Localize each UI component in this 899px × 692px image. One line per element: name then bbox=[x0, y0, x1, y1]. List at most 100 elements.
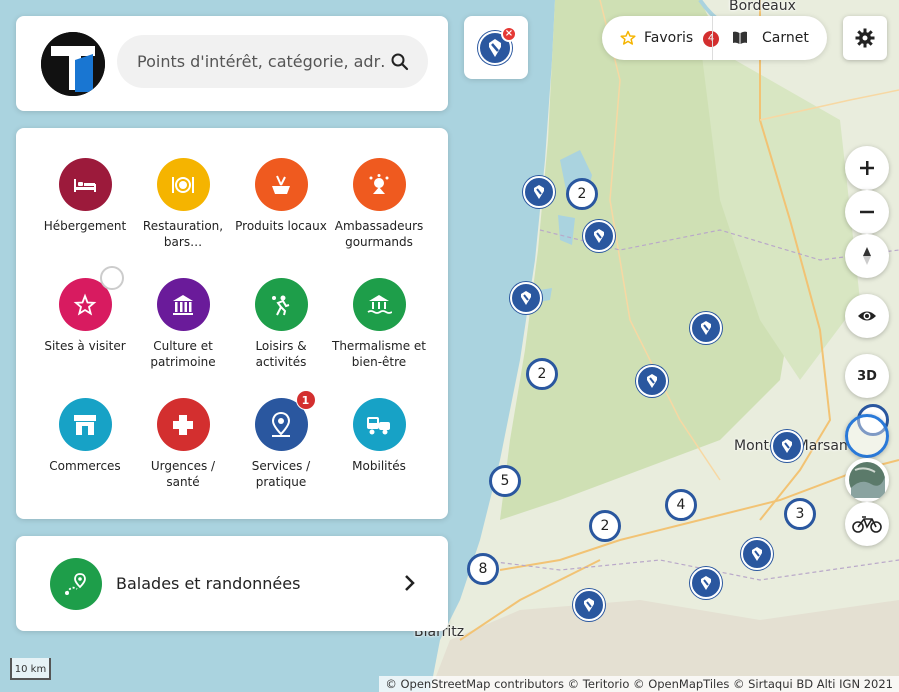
search-icon[interactable] bbox=[390, 52, 410, 72]
category-label: Produits locaux bbox=[235, 219, 327, 233]
favorites-button[interactable]: Favoris bbox=[620, 16, 693, 60]
search-box[interactable] bbox=[117, 35, 428, 88]
category-label: Mobilités bbox=[352, 459, 406, 473]
poi-pin-icon bbox=[701, 321, 711, 335]
divider bbox=[712, 16, 713, 60]
category-icon-circle bbox=[352, 158, 406, 211]
category-culture[interactable]: Culture et patrimoine bbox=[134, 278, 232, 370]
category-services[interactable]: 1 Services / pratique bbox=[232, 390, 330, 490]
poi-pin-icon bbox=[647, 374, 657, 388]
category-label: Services / pratique bbox=[251, 459, 311, 489]
star-icon bbox=[73, 292, 97, 315]
zoom-in-button[interactable] bbox=[845, 146, 889, 190]
category-icon-circle bbox=[58, 158, 112, 211]
category-icon-circle bbox=[58, 266, 124, 331]
star-outline-icon bbox=[620, 30, 636, 45]
cluster-marker[interactable]: 2 bbox=[566, 178, 598, 210]
category-icon-circle: 1 bbox=[254, 390, 316, 451]
chevron-right-icon bbox=[405, 575, 415, 591]
carnet-button[interactable]: Carnet bbox=[732, 16, 809, 60]
category-icon-circle bbox=[254, 158, 308, 211]
hiking-route-icon bbox=[65, 573, 86, 595]
cluster-marker[interactable]: 2 bbox=[526, 358, 558, 390]
poi-marker[interactable] bbox=[690, 567, 722, 599]
settings-button[interactable] bbox=[843, 16, 887, 60]
search-panel bbox=[16, 16, 448, 111]
category-icon-circle bbox=[58, 398, 112, 451]
satellite-thumbnail bbox=[849, 462, 885, 498]
category-icon-circle bbox=[156, 278, 210, 331]
category-commerces[interactable]: Commerces bbox=[36, 398, 134, 474]
category-icon-circle bbox=[352, 278, 406, 331]
minus-icon bbox=[860, 210, 874, 214]
category-label: Restauration, bars… bbox=[142, 219, 224, 249]
category-label: Loisirs & activités bbox=[255, 339, 307, 369]
cluster-marker[interactable]: 4 bbox=[665, 489, 697, 521]
search-input[interactable] bbox=[137, 49, 387, 73]
cluster-marker[interactable]: 3 bbox=[784, 498, 816, 530]
monument-icon bbox=[173, 294, 193, 315]
compass-icon bbox=[863, 247, 871, 265]
category-icon-circle bbox=[254, 278, 308, 331]
map-attribution[interactable]: © OpenStreetMap contributors © Teritorio… bbox=[379, 676, 899, 692]
poi-pin-icon bbox=[584, 598, 594, 612]
compass-button[interactable] bbox=[845, 234, 889, 278]
favorites-count-badge: 4 bbox=[703, 31, 719, 47]
category-label: Urgences / santé bbox=[150, 459, 216, 489]
filter-close-icon[interactable]: × bbox=[501, 26, 517, 42]
poi-marker[interactable] bbox=[573, 589, 605, 621]
3d-button[interactable]: 3D bbox=[845, 354, 889, 398]
basket-icon bbox=[272, 175, 290, 194]
carnet-label: Carnet bbox=[762, 30, 809, 46]
zoom-out-button[interactable] bbox=[845, 190, 889, 234]
category-icon-circle bbox=[156, 158, 210, 211]
cluster-marker[interactable]: 8 bbox=[467, 553, 499, 585]
category-restauration[interactable]: Restauration, bars… bbox=[134, 158, 232, 250]
app-logo[interactable] bbox=[41, 32, 105, 96]
poi-marker[interactable] bbox=[523, 176, 555, 208]
poi-pin-icon bbox=[782, 439, 792, 453]
vehicle-icon bbox=[367, 416, 390, 434]
satellite-layer-button[interactable] bbox=[845, 458, 889, 502]
category-icon-circle bbox=[156, 398, 210, 451]
favorites-label: Favoris bbox=[644, 30, 694, 46]
poi-pin-icon bbox=[752, 547, 762, 561]
cluster-marker[interactable]: 2 bbox=[589, 510, 621, 542]
category-label: Thermalisme et bien-être bbox=[332, 339, 426, 369]
cross-icon bbox=[173, 414, 193, 435]
walks-panel[interactable]: Balades et randonnées bbox=[16, 536, 448, 631]
active-filter-card[interactable]: × bbox=[464, 16, 528, 79]
activity-icon bbox=[272, 295, 290, 315]
categories-panel: Hébergement Restauration, bars… Produits… bbox=[16, 128, 448, 519]
map-scale: 10 km bbox=[10, 658, 51, 680]
poi-marker[interactable] bbox=[636, 365, 668, 397]
category-label: Sites à visiter bbox=[44, 339, 126, 353]
locate-button[interactable] bbox=[845, 414, 889, 458]
shop-icon bbox=[74, 414, 96, 435]
plus-icon bbox=[860, 161, 874, 175]
toggle-ring[interactable] bbox=[99, 266, 124, 290]
category-produits-locaux[interactable]: Produits locaux bbox=[232, 158, 330, 234]
cluster-marker[interactable]: 5 bbox=[489, 465, 521, 497]
poi-marker[interactable] bbox=[741, 538, 773, 570]
visibility-button[interactable] bbox=[845, 294, 889, 338]
poi-marker[interactable] bbox=[510, 282, 542, 314]
bike-layer-button[interactable] bbox=[845, 502, 889, 546]
pin-icon bbox=[271, 411, 291, 437]
walks-label: Balades et randonnées bbox=[116, 574, 301, 593]
category-hebergement[interactable]: Hébergement bbox=[36, 158, 134, 234]
category-label: Culture et patrimoine bbox=[150, 339, 216, 369]
poi-marker[interactable] bbox=[583, 220, 615, 252]
category-sites-a-visiter[interactable]: Sites à visiter bbox=[36, 266, 134, 354]
favorites-carnet-bar: Favoris 4 Carnet bbox=[602, 16, 827, 60]
category-ambassadeurs[interactable]: Ambassadeurs gourmands bbox=[330, 158, 428, 250]
poi-marker[interactable] bbox=[690, 312, 722, 344]
category-loisirs[interactable]: Loisirs & activités bbox=[232, 278, 330, 370]
poi-marker[interactable] bbox=[771, 430, 803, 462]
category-thermalisme[interactable]: Thermalisme et bien-être bbox=[330, 278, 428, 370]
spa-icon bbox=[367, 294, 392, 314]
category-urgences[interactable]: Urgences / santé bbox=[134, 398, 232, 490]
category-mobilites[interactable]: Mobilités bbox=[330, 398, 428, 474]
map-label-bordeaux: Bordeaux bbox=[729, 0, 796, 14]
gear-icon bbox=[855, 28, 875, 48]
